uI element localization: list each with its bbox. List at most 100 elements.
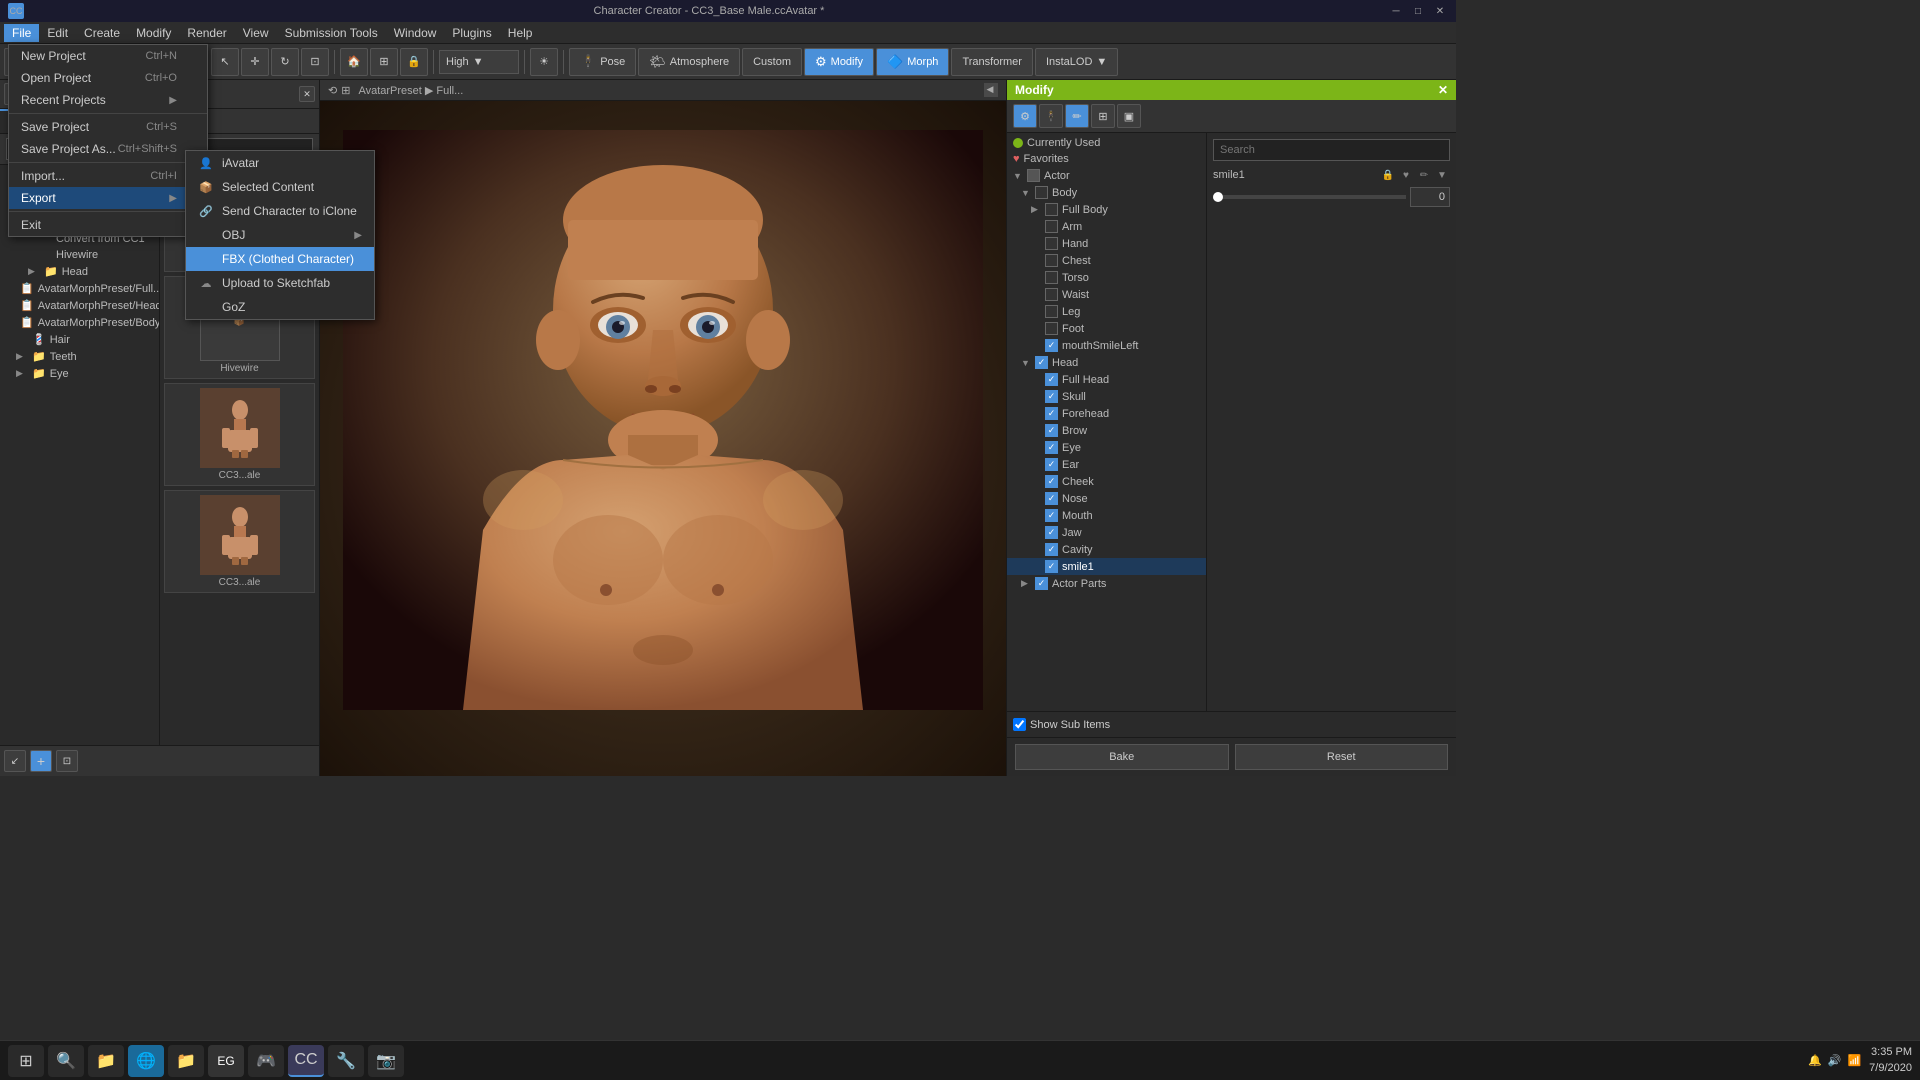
cb-arm[interactable] [1045, 220, 1058, 233]
menu-edit[interactable]: Edit [39, 24, 76, 42]
rt-pose-btn[interactable]: 🕴 [1039, 104, 1063, 128]
rt-actor-parts[interactable]: ▶ ✓ Actor Parts [1007, 575, 1206, 592]
menu-modify[interactable]: Modify [128, 24, 179, 42]
rt-mesh-btn[interactable]: ⊞ [1091, 104, 1115, 128]
maximize-button[interactable]: □ [1410, 3, 1426, 19]
export-fbx-clothed[interactable]: FBX (Clothed Character) [186, 247, 374, 271]
task-view-btn[interactable]: 📁 [88, 1045, 124, 1077]
left-bottom-btn3[interactable]: ⊡ [56, 750, 78, 772]
cb-forehead[interactable]: ✓ [1045, 407, 1058, 420]
show-sub-checkbox[interactable] [1013, 718, 1026, 731]
rt-mouth-smile-left[interactable]: ✓ mouthSmileLeft [1007, 337, 1206, 354]
cb-waist[interactable] [1045, 288, 1058, 301]
rt-jaw[interactable]: ✓ Jaw [1007, 524, 1206, 541]
quality-dropdown[interactable]: High ▼ [439, 50, 519, 74]
reset-button[interactable]: Reset [1235, 744, 1449, 770]
cb-head[interactable]: ✓ [1035, 356, 1048, 369]
cb-eye[interactable]: ✓ [1045, 441, 1058, 454]
cb-leg[interactable] [1045, 305, 1058, 318]
tb-scale[interactable]: ⊡ [301, 48, 329, 76]
rt-foot[interactable]: Foot [1007, 320, 1206, 337]
morph-fav-btn[interactable]: ♥ [1398, 167, 1414, 183]
tree-avatar-morph-body[interactable]: 📋 AvatarMorphPreset/Body [0, 314, 159, 331]
cb-skull[interactable]: ✓ [1045, 390, 1058, 403]
menu-create[interactable]: Create [76, 24, 128, 42]
tb-light[interactable]: ☀ [530, 48, 558, 76]
export-sketchfab[interactable]: ☁ Upload to Sketchfab [186, 271, 374, 295]
tool-btn1[interactable]: 🔧 [328, 1045, 364, 1077]
tb-move[interactable]: ✛ [241, 48, 269, 76]
cb-hand[interactable] [1045, 237, 1058, 250]
morph-slider[interactable] [1213, 195, 1406, 199]
tb-rotate[interactable]: ↻ [271, 48, 299, 76]
rt-cheek[interactable]: ✓ Cheek [1007, 473, 1206, 490]
tree-head[interactable]: ▶ 📁 Head [0, 263, 159, 280]
cb-smile1[interactable]: ✓ [1045, 560, 1058, 573]
export-selected-content[interactable]: 📦 Selected Content [186, 175, 374, 199]
cb-foot[interactable] [1045, 322, 1058, 335]
tb-camera-fit[interactable]: ⊞ [370, 48, 398, 76]
rt-texture-btn[interactable]: ▣ [1117, 104, 1141, 128]
explorer-btn[interactable]: 📁 [168, 1045, 204, 1077]
left-bottom-btn1[interactable]: ↙ [4, 750, 26, 772]
menu-view[interactable]: View [235, 24, 277, 42]
rt-mouth[interactable]: ✓ Mouth [1007, 507, 1206, 524]
bake-button[interactable]: Bake [1015, 744, 1229, 770]
morph-button[interactable]: 🔷 Morph [876, 48, 949, 76]
volume-icon[interactable]: 🔊 [1828, 1054, 1842, 1067]
minimize-button[interactable]: ─ [1388, 3, 1404, 19]
file-export[interactable]: Export ▶ [9, 187, 207, 209]
menu-window[interactable]: Window [386, 24, 445, 42]
network-icon[interactable]: 📶 [1847, 1054, 1861, 1067]
export-obj[interactable]: OBJ ▶ [186, 223, 374, 247]
menu-submission-tools[interactable]: Submission Tools [277, 24, 386, 42]
cb-cheek[interactable]: ✓ [1045, 475, 1058, 488]
rt-head[interactable]: ▼ ✓ Head [1007, 354, 1206, 371]
cb-mouth[interactable]: ✓ [1045, 509, 1058, 522]
export-send-iclone[interactable]: 🔗 Send Character to iClone [186, 199, 374, 223]
file-new-project[interactable]: New Project Ctrl+N [9, 45, 207, 67]
rt-torso[interactable]: Torso [1007, 269, 1206, 286]
search-taskbar-btn[interactable]: 🔍 [48, 1045, 84, 1077]
rt-brow[interactable]: ✓ Brow [1007, 422, 1206, 439]
instalod-button[interactable]: InstaLOD ▼ [1035, 48, 1118, 76]
cb-ear[interactable]: ✓ [1045, 458, 1058, 471]
rt-smile1[interactable]: ✓ smile1 [1007, 558, 1206, 575]
menu-render[interactable]: Render [179, 24, 234, 42]
tree-hivewire[interactable]: Hivewire [0, 247, 159, 263]
file-recent-projects[interactable]: Recent Projects ▶ [9, 89, 207, 111]
tree-avatar-morph-head[interactable]: 📋 AvatarMorphPreset/Head [0, 297, 159, 314]
left-close-btn[interactable]: ✕ [299, 86, 315, 102]
tree-avatar-morph-full[interactable]: 📋 AvatarMorphPreset/Full... [0, 280, 159, 297]
rt-full-head[interactable]: ✓ Full Head [1007, 371, 1206, 388]
cb-full-head[interactable]: ✓ [1045, 373, 1058, 386]
atmosphere-button[interactable]: 🌤 Atmosphere [638, 48, 740, 76]
rt-ear[interactable]: ✓ Ear [1007, 456, 1206, 473]
cb-chest[interactable] [1045, 254, 1058, 267]
tree-hair[interactable]: 💈 Hair [0, 331, 159, 348]
cb-full-body[interactable] [1045, 203, 1058, 216]
cb-brow[interactable]: ✓ [1045, 424, 1058, 437]
morph-edit-btn[interactable]: ✏ [1416, 167, 1432, 183]
custom-button[interactable]: Custom [742, 48, 802, 76]
rt-waist[interactable]: Waist [1007, 286, 1206, 303]
rt-full-body[interactable]: ▶ Full Body [1007, 201, 1206, 218]
morph-lock-btn[interactable]: 🔒 [1380, 167, 1396, 183]
viewport-sidebar-toggle[interactable]: ◀ [984, 83, 998, 97]
character-creator-taskbar[interactable]: CC [288, 1045, 324, 1077]
rt-actor[interactable]: ▼ Actor [1007, 167, 1206, 184]
taskbar-time[interactable]: 3:35 PM 7/9/2020 [1869, 1045, 1912, 1076]
rt-chest[interactable]: Chest [1007, 252, 1206, 269]
rt-eye[interactable]: ✓ Eye [1007, 439, 1206, 456]
launcher-btn[interactable]: 🎮 [248, 1045, 284, 1077]
viewport-back-btn[interactable]: ⟲ [328, 84, 337, 97]
rt-nose[interactable]: ✓ Nose [1007, 490, 1206, 507]
modify-button[interactable]: ⚙ Modify [804, 48, 874, 76]
rt-leg[interactable]: Leg [1007, 303, 1206, 320]
thumb-cc3-male1[interactable]: CC3...ale [164, 383, 315, 486]
tb-camera-lock[interactable]: 🔒 [400, 48, 428, 76]
morph-search-input[interactable] [1213, 139, 1450, 161]
menu-plugins[interactable]: Plugins [444, 24, 499, 42]
notification-icon[interactable]: 🔔 [1808, 1054, 1822, 1067]
rt-hand[interactable]: Hand [1007, 235, 1206, 252]
